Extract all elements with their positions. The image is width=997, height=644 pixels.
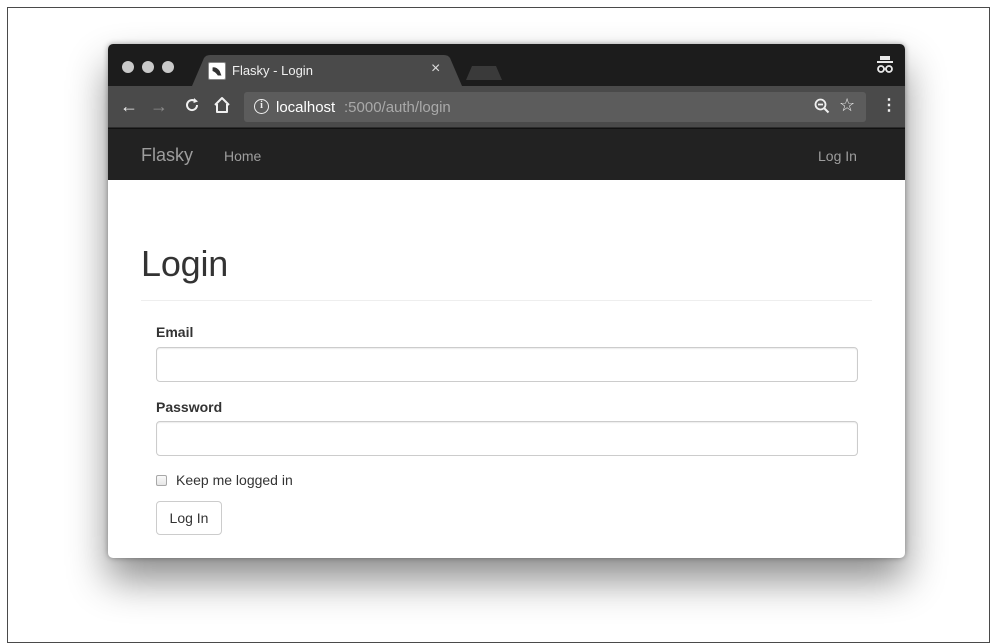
navbar-brand[interactable]: Flasky — [141, 145, 193, 166]
tab-close-icon[interactable]: × — [431, 60, 440, 78]
info-icon[interactable]: i — [254, 99, 269, 114]
url-path: :5000/auth/login — [344, 99, 451, 116]
page-title: Login — [141, 243, 229, 284]
login-submit-button[interactable]: Log In — [156, 501, 222, 535]
nav-link-home[interactable]: Home — [224, 148, 261, 164]
remember-me-label[interactable]: Keep me logged in — [176, 472, 293, 488]
browser-window: Flasky - Login × ← → i localhost :5000/a… — [108, 44, 905, 558]
flask-favicon-icon — [208, 62, 226, 80]
address-bar[interactable] — [244, 92, 866, 122]
menu-icon[interactable]: ⋮ — [881, 95, 897, 115]
url-host: localhost — [276, 99, 336, 116]
new-tab-button[interactable] — [466, 66, 502, 80]
email-field[interactable] — [156, 347, 858, 382]
password-field[interactable] — [156, 421, 858, 456]
nav-link-login[interactable]: Log In — [818, 148, 857, 164]
home-icon[interactable] — [213, 96, 231, 114]
forward-arrow-icon[interactable]: → — [150, 96, 168, 116]
title-divider — [141, 300, 872, 301]
email-label: Email — [156, 324, 194, 340]
incognito-icon — [877, 56, 893, 73]
star-icon[interactable]: ☆ — [839, 95, 855, 116]
zoom-icon[interactable] — [814, 98, 830, 114]
remember-me-checkbox[interactable] — [156, 475, 167, 486]
back-arrow-icon[interactable]: ← — [120, 96, 138, 116]
reload-icon[interactable] — [184, 97, 200, 113]
password-label: Password — [156, 399, 223, 415]
tab-title: Flasky - Login — [232, 63, 313, 78]
